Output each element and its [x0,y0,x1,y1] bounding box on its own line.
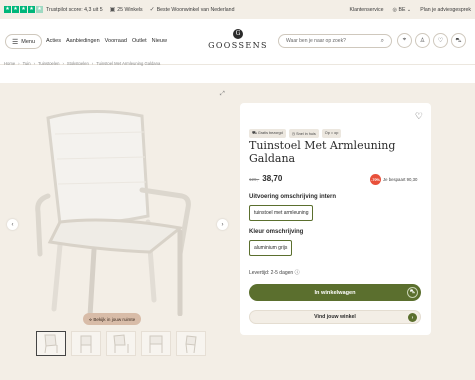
delivery-time: Levertijd: 2-5 dagen ⓘ [249,270,300,276]
thumbnail[interactable] [176,331,206,356]
breadcrumb-current: Tuinstoel Met Armleuning Galdana [96,61,161,66]
product-tags: ⛟ Gratis bezorgd ◷ Snel in huis Op = op [249,129,342,138]
color-option[interactable]: aluminium grijs [249,240,293,256]
cart-icon[interactable]: ⛍ [451,33,466,48]
site-logo[interactable]: G GOOSSENS [206,29,270,50]
stores-count[interactable]: ▣ 25 Winkels [109,6,143,14]
current-price: 38,70 [262,174,283,183]
thumbnail[interactable] [106,331,136,356]
expand-icon[interactable]: ⤢ [220,91,225,98]
top-utility-bar: ★ ★ ★ ★ ★ Trustpilot score: 4,3 uit 5 ▣ 2… [0,0,475,19]
wishlist-heart-icon[interactable]: ♡ [415,111,423,122]
truck-icon: ⛟ [252,131,257,135]
nav-item-acties[interactable]: Acties [46,38,61,44]
view-in-room-button[interactable]: ⟡ Bekijk in jouw ruimte [83,313,142,325]
star-icon: ★ [28,6,35,13]
chevron-left-icon: ‹ [11,221,14,228]
store-icon: ▣ [109,7,116,13]
clock-icon: ◷ [291,132,296,136]
logo-mark-icon: G [233,29,243,39]
user-icon[interactable]: ♙ [415,33,430,48]
search-icon[interactable]: ⌕ [381,38,384,45]
check-icon: ✓ [149,7,155,13]
discount-info: -70% Je bespaart 90,30 [370,174,417,185]
tag-free-delivery: ⛟ Gratis bezorgd [249,129,286,138]
star-icon: ★ [4,6,11,13]
globe-icon: ◎ [392,6,398,13]
heart-icon[interactable]: ♡ [433,33,448,48]
breadcrumb-item[interactable]: Tuinstoelen [38,61,60,66]
tag-fast-delivery: ◷ Snel in huis [288,129,319,138]
tag-limited-stock: Op = op [321,129,342,138]
nav-item-aanbiedingen[interactable]: Aanbiedingen [66,38,100,44]
nav-item-outlet[interactable]: Outlet [132,38,147,44]
thumbnail-strip [36,331,206,356]
thumbnail[interactable] [141,331,171,356]
price-row: 129,- 38,70 [249,174,282,183]
arrow-right-icon: › [408,313,417,322]
old-price: 129,- [249,177,260,182]
product-info-panel: ♡ ⛟ Gratis bezorgd ◷ Snel in huis Op = o… [240,103,431,335]
variant-label: Uitvoering omschrijving intern [249,194,337,200]
country-selector[interactable]: ◎ BE ⌄ [393,7,412,13]
breadcrumb: Home › Tuin › Tuinstoelen › Stokstoelen › Tu… [4,61,161,66]
header-icons: ⌖ ♙ ♡ ⛍ [397,33,466,48]
breadcrumb-item[interactable]: Stokstoelen [67,61,89,66]
ar-icon: ⟡ [89,316,93,322]
star-icon: ★ [20,6,27,13]
star-icon: ★ [12,6,19,13]
menu-button[interactable]: ☰ Menu [5,34,43,49]
logo-text: GOOSSENS [208,41,268,50]
search-input[interactable]: Waar ben je naar op zoek? ⌕ [278,34,392,48]
cart-icon: ⛍ [407,287,418,298]
star-icon: ★ [36,6,43,13]
main-nav: Acties Aanbiedingen Voorraad Outlet Nieu… [46,38,167,44]
nav-item-voorraad[interactable]: Voorraad [105,38,127,44]
chevron-down-icon: ⌄ [406,6,412,13]
savings-text: Je bespaart 90,30 [383,177,418,182]
thumbnail[interactable] [36,331,66,356]
gallery-prev-button[interactable]: ‹ [7,219,18,230]
search-placeholder: Waar ben je naar op zoek? [286,38,346,44]
chevron-right-icon: › [221,221,224,228]
appointment-link[interactable]: Plan je adviesgesprek [420,7,471,13]
color-label: Kleur omschrijving [249,229,304,235]
variant-option[interactable]: tuinstoel met armleuning [249,205,314,221]
nav-item-nieuw[interactable]: Nieuw [152,38,167,44]
discount-badge: -70% [370,174,381,185]
location-icon[interactable]: ⌖ [397,33,412,48]
info-icon[interactable]: ⓘ [295,270,300,276]
add-to-cart-button[interactable]: In winkelwagen ⛍ [249,284,421,301]
breadcrumb-item[interactable]: Home [4,61,15,66]
breadcrumb-item[interactable]: Tuin [23,61,31,66]
hamburger-icon: ☰ [12,38,19,46]
customer-service-link[interactable]: Klantenservice [349,7,383,13]
product-image[interactable] [30,104,205,316]
trustpilot-stars: ★ ★ ★ ★ ★ [4,6,43,13]
product-title: Tuinstoel Met Armleuning Galdana [249,139,396,165]
best-store-claim: ✓ Beste Woonwinkel van Nederland [149,6,235,14]
trustpilot-score[interactable]: Trustpilot score: 4,3 uit 5 [46,7,103,13]
find-store-button[interactable]: Vind jouw winkel › [249,310,421,324]
site-header: ☰ Menu Acties Aanbiedingen Voorraad Outl… [0,19,475,65]
gallery-next-button[interactable]: › [217,219,228,230]
product-gallery: ⤢ ‹ › ⟡ Bekijk in jouw ruimte [5,86,232,326]
thumbnail[interactable] [71,331,101,356]
